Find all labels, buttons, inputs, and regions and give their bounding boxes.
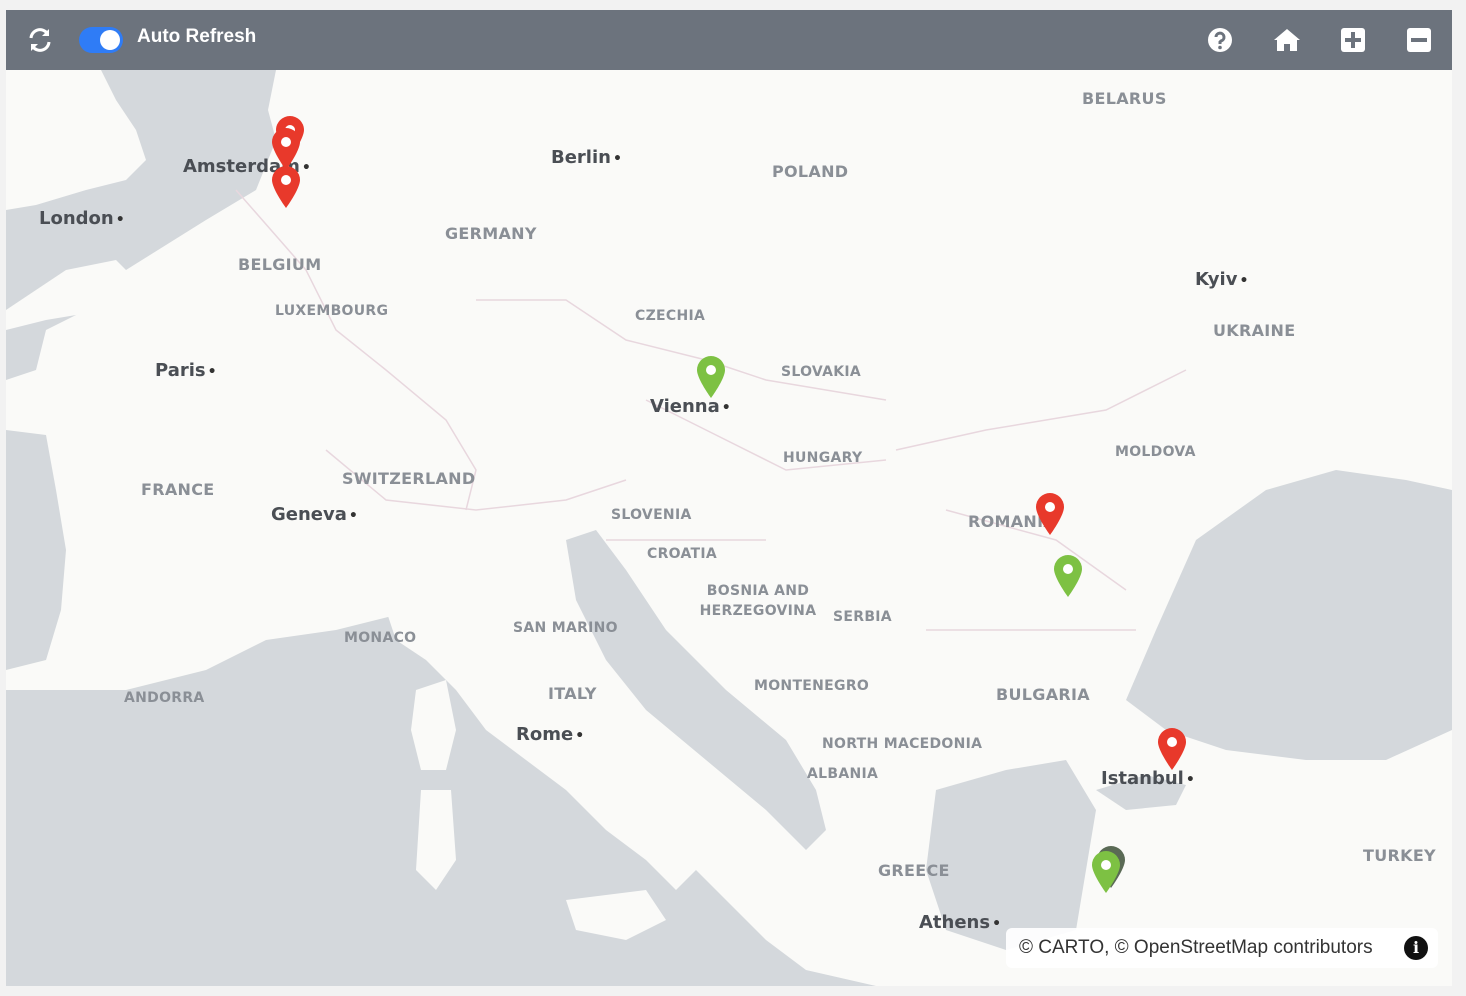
city-label: Geneva [271,504,358,525]
country-label: UKRAINE [1213,321,1296,340]
country-label: MONACO [344,630,417,646]
map-marker-red[interactable] [1157,727,1187,771]
country-label: CZECHIA [635,308,706,324]
country-label: BELARUS [1082,89,1167,108]
country-label: GERMANY [445,224,537,243]
country-label: SWITZERLAND [342,469,476,488]
country-label: SERBIA [833,609,892,625]
country-label: BOSNIA AND HERZEGOVINA [699,583,817,619]
zoom-in-icon[interactable] [1337,10,1369,70]
help-icon[interactable] [1204,10,1236,70]
home-icon[interactable] [1270,10,1304,70]
refresh-icon[interactable] [24,10,56,70]
country-label: HUNGARY [783,450,863,466]
city-label: Kyiv [1195,269,1248,290]
country-label: SAN MARINO [513,620,618,636]
map-marker-green[interactable] [1053,554,1083,598]
map-marker-green[interactable] [1091,850,1121,894]
country-label: BULGARIA [996,685,1090,704]
country-label: MOLDOVA [1115,444,1196,460]
city-label: Athens [919,912,1001,933]
country-label: SLOVENIA [611,507,692,523]
country-label: LUXEMBOURG [275,303,389,319]
country-label: FRANCE [141,480,215,499]
country-label: ITALY [548,684,597,703]
city-label: Paris [155,360,217,381]
zoom-out-icon[interactable] [1403,10,1435,70]
map-marker-red[interactable] [1035,492,1065,536]
map-marker-red[interactable] [271,165,301,209]
info-icon[interactable]: i [1404,936,1428,960]
country-label: BELGIUM [238,255,322,274]
city-label: Istanbul [1101,768,1195,789]
country-label: GREECE [878,861,950,880]
auto-refresh-label: Auto Refresh [137,26,257,47]
country-label: POLAND [772,162,849,181]
country-label: TURKEY [1363,846,1436,865]
city-label: Rome [516,724,584,745]
country-label: ANDORRA [124,690,205,706]
attribution-text: © CARTO, © OpenStreetMap contributors [1019,937,1373,958]
country-label: ALBANIA [807,766,879,782]
toggle-knob [100,30,120,50]
map-canvas[interactable]: BELARUS POLAND GERMANY BELGIUM LUXEMBOUR… [6,70,1452,986]
country-label: SLOVAKIA [781,364,862,380]
map-toolbar: Auto Refresh [6,10,1452,70]
city-label: London [39,208,125,229]
auto-refresh-toggle[interactable] [79,27,123,53]
city-label: Vienna [650,396,731,417]
country-label: CROATIA [647,546,718,562]
map-marker-green[interactable] [696,355,726,399]
country-label: NORTH MACEDONIA [822,736,983,752]
city-label: Berlin [551,147,622,168]
map-background [6,70,1452,986]
map-attribution: © CARTO, © OpenStreetMap contributors i [1006,928,1438,968]
country-label: MONTENEGRO [754,678,870,694]
map-widget: Auto Refresh BELARUS POLAND GERMANY BELG… [6,10,1452,986]
